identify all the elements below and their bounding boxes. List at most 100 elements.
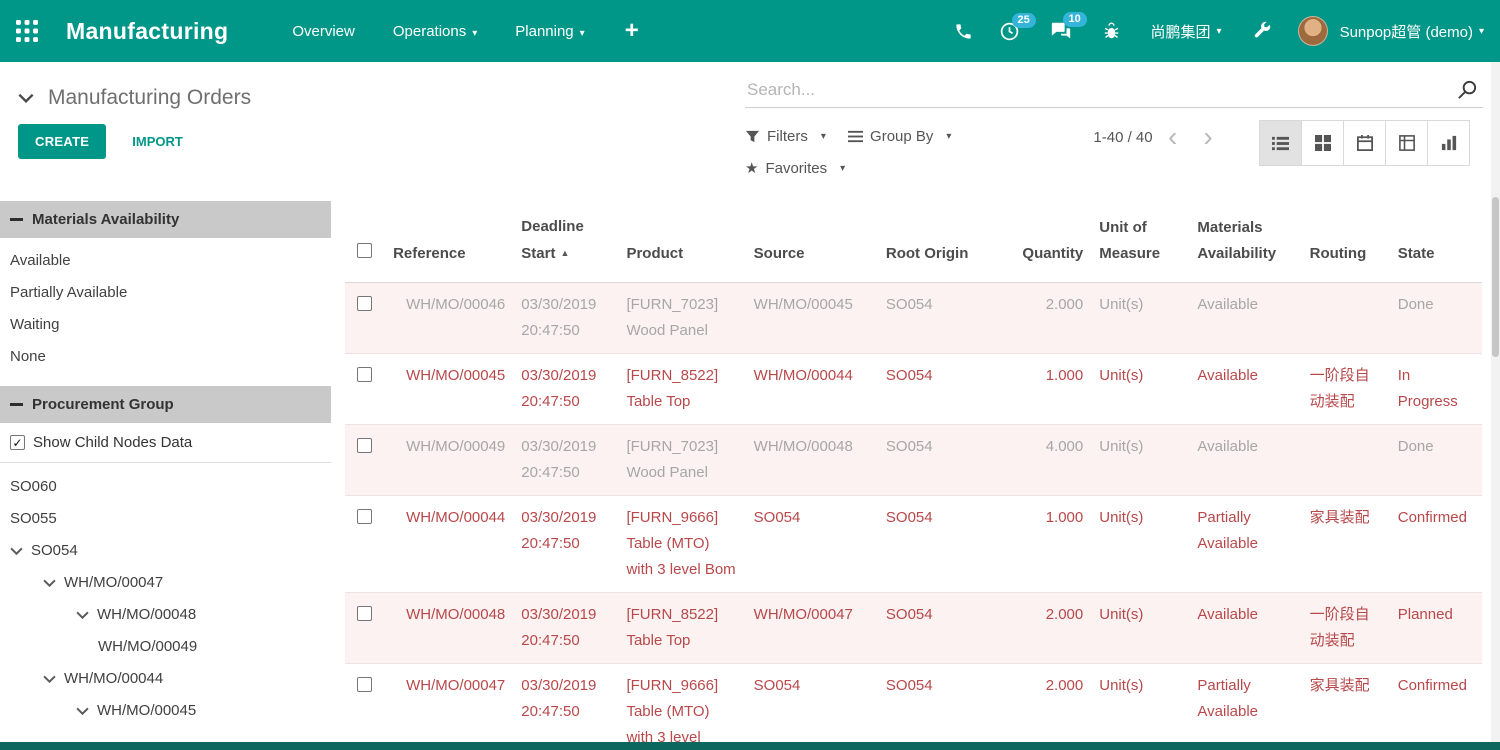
- group-by-button[interactable]: Group By▾: [848, 122, 951, 151]
- tree-node-wh-mo-00048[interactable]: WH/MO/00048: [0, 599, 331, 631]
- section-procurement-group[interactable]: Procurement Group: [0, 386, 331, 423]
- column-header-routing[interactable]: Routing: [1302, 195, 1390, 282]
- view-calendar-button[interactable]: [1343, 120, 1386, 166]
- tree-node-so054[interactable]: SO054: [0, 535, 331, 567]
- tree-node-wh-mo-00049[interactable]: WH/MO/00049: [0, 631, 331, 663]
- cell-reference: WH/MO/00048: [385, 592, 513, 663]
- bug-icon[interactable]: [1102, 22, 1121, 41]
- filters-button[interactable]: Filters▾: [745, 122, 826, 151]
- order-row-wh-mo-00046[interactable]: WH/MO/0004603/30/2019 20:47:50[FURN_7023…: [345, 282, 1482, 353]
- caret-down-icon: ▾: [580, 28, 585, 39]
- row-checkbox[interactable]: [357, 296, 372, 311]
- chevron-down-icon: [43, 579, 56, 587]
- cell-routing: 家具装配: [1302, 663, 1390, 742]
- cell-availability: Available: [1189, 592, 1301, 663]
- phone-icon[interactable]: [954, 22, 973, 41]
- messages-icon[interactable]: 10: [1050, 20, 1072, 42]
- search-icon[interactable]: [1456, 78, 1479, 105]
- column-header-source[interactable]: Source: [746, 195, 878, 282]
- cell-uom: Unit(s): [1091, 663, 1189, 742]
- cell-availability: Available: [1189, 282, 1301, 353]
- row-checkbox[interactable]: [357, 677, 372, 692]
- sidebar-filter-available[interactable]: Available: [0, 245, 331, 277]
- import-button[interactable]: IMPORT: [132, 134, 183, 149]
- order-row-wh-mo-00045[interactable]: WH/MO/0004503/30/2019 20:47:50[FURN_8522…: [345, 353, 1482, 424]
- search-input[interactable]: [745, 74, 1483, 108]
- column-header-availability[interactable]: Materials Availability: [1189, 195, 1301, 282]
- tools-icon[interactable]: [1252, 21, 1272, 41]
- cell-routing: [1302, 282, 1390, 353]
- create-button[interactable]: CREATE: [18, 124, 106, 159]
- select-all-checkbox[interactable]: [357, 243, 372, 258]
- tree-node-label: WH/MO/00047: [64, 574, 163, 591]
- favorites-button[interactable]: ★ Favorites▾: [745, 154, 845, 183]
- menu-planning[interactable]: Planning▾: [515, 23, 584, 40]
- cell-uom: Unit(s): [1091, 592, 1189, 663]
- menu-overview[interactable]: Overview: [292, 23, 355, 40]
- row-checkbox[interactable]: [357, 606, 372, 621]
- view-pivot-button[interactable]: [1385, 120, 1428, 166]
- plus-icon[interactable]: +: [625, 19, 639, 43]
- company-switcher[interactable]: 尚鹏集团 ▾: [1151, 21, 1222, 42]
- pager-previous-icon[interactable]: ‹: [1168, 122, 1177, 152]
- cell-state: In Progress: [1390, 353, 1482, 424]
- row-checkbox[interactable]: [357, 509, 372, 524]
- cell-reference: WH/MO/00044: [385, 495, 513, 592]
- cell-product: [FURN_9666] Table (MTO) with 3 level: [618, 663, 745, 742]
- cell-source: SO054: [746, 495, 878, 592]
- section-materials-availability[interactable]: Materials Availability: [0, 201, 331, 238]
- column-header-root_origin[interactable]: Root Origin: [878, 195, 1009, 282]
- sidebar-filter-none[interactable]: None: [0, 341, 331, 373]
- sidebar-filter-partially-available[interactable]: Partially Available: [0, 277, 331, 309]
- pager-next-icon[interactable]: ›: [1203, 122, 1212, 152]
- app-title[interactable]: Manufacturing: [66, 18, 228, 45]
- view-kanban-button[interactable]: [1301, 120, 1344, 166]
- chevron-down-icon[interactable]: [18, 90, 34, 107]
- kanban-view-icon: [1315, 135, 1331, 151]
- caret-down-icon: ▾: [1479, 26, 1484, 37]
- column-header-deadline[interactable]: Deadline Start▲: [513, 195, 618, 282]
- cell-routing: 一阶段自动装配: [1302, 353, 1390, 424]
- row-checkbox[interactable]: [357, 367, 372, 382]
- column-header-quantity[interactable]: Quantity: [1009, 195, 1091, 282]
- tree-node-wh-mo-00044[interactable]: WH/MO/00044: [0, 663, 331, 695]
- cell-product: [FURN_8522] Table Top: [618, 592, 745, 663]
- view-graph-button[interactable]: [1427, 120, 1470, 166]
- column-header-reference[interactable]: Reference: [385, 195, 513, 282]
- tree-node-wh-mo-00045[interactable]: WH/MO/00045: [0, 695, 331, 727]
- order-row-wh-mo-00047[interactable]: WH/MO/0004703/30/2019 20:47:50[FURN_9666…: [345, 663, 1482, 742]
- tree-node-so060[interactable]: SO060: [0, 471, 331, 503]
- order-row-wh-mo-00048[interactable]: WH/MO/0004803/30/2019 20:47:50[FURN_8522…: [345, 592, 1482, 663]
- procurement-tree: SO060SO055SO054WH/MO/00047WH/MO/00048WH/…: [0, 463, 331, 727]
- sort-asc-icon: ▲: [560, 248, 569, 258]
- cell-source: WH/MO/00045: [746, 282, 878, 353]
- column-header-state[interactable]: State: [1390, 195, 1482, 282]
- tree-node-so055[interactable]: SO055: [0, 503, 331, 535]
- search-facets: Filters▾ Group By▾ ★ Favorites▾: [745, 122, 1005, 183]
- column-header-uom[interactable]: Unit of Measure: [1091, 195, 1189, 282]
- table-header-row: ReferenceDeadline Start▲ProductSourceRoo…: [345, 195, 1482, 282]
- view-list-button[interactable]: [1259, 120, 1302, 166]
- row-checkbox[interactable]: [357, 438, 372, 453]
- availability-list: AvailablePartially AvailableWaitingNone: [0, 238, 331, 380]
- caret-down-icon: ▾: [840, 154, 845, 183]
- menu-operations[interactable]: Operations▾: [393, 23, 477, 40]
- apps-grid-icon[interactable]: [16, 20, 38, 42]
- tree-node-label: WH/MO/00044: [64, 670, 163, 687]
- search-box: [745, 74, 1483, 108]
- vertical-scrollbar[interactable]: [1491, 62, 1500, 742]
- cell-product: [FURN_8522] Table Top: [618, 353, 745, 424]
- activities-clock-icon[interactable]: 25: [999, 21, 1020, 42]
- control-panel: Manufacturing Orders CREATE IMPORT Filte…: [0, 62, 1500, 195]
- scrollbar-thumb[interactable]: [1492, 197, 1499, 357]
- cell-state: Done: [1390, 282, 1482, 353]
- checkbox-label: Show Child Nodes Data: [33, 434, 192, 451]
- tree-node-wh-mo-00047[interactable]: WH/MO/00047: [0, 567, 331, 599]
- order-row-wh-mo-00049[interactable]: WH/MO/0004903/30/2019 20:47:50[FURN_7023…: [345, 424, 1482, 495]
- user-menu[interactable]: Sunpop超管 (demo) ▾: [1298, 16, 1484, 46]
- order-row-wh-mo-00044[interactable]: WH/MO/0004403/30/2019 20:47:50[FURN_9666…: [345, 495, 1482, 592]
- column-header-product[interactable]: Product: [618, 195, 745, 282]
- cell-reference: WH/MO/00049: [385, 424, 513, 495]
- sidebar-filter-waiting[interactable]: Waiting: [0, 309, 331, 341]
- show-child-nodes-checkbox[interactable]: ✓: [10, 435, 25, 450]
